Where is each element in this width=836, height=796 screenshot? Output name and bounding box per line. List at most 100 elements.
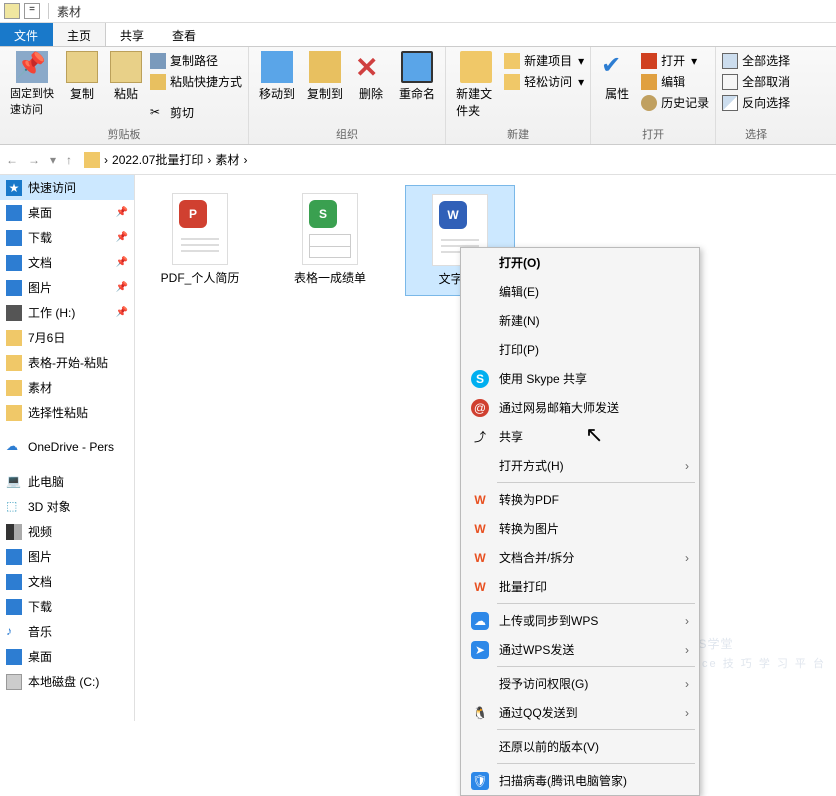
sidebar-material[interactable]: 素材 (0, 375, 134, 400)
ctx-netease[interactable]: @通过网易邮箱大师发送 (461, 393, 699, 422)
new-label: 新建 (452, 124, 584, 144)
address-bar: ← → ▾ ↑ › 2022.07批量打印 › 素材 › (0, 145, 836, 175)
properties-button[interactable]: ✔属性 (597, 49, 637, 104)
pin-quick-access-button[interactable]: 📌 固定到快速访问 (6, 49, 58, 119)
sidebar-july6[interactable]: 7月6日 (0, 325, 134, 350)
submenu-arrow-icon: › (685, 459, 689, 473)
qat-equals-icon[interactable]: = (24, 3, 40, 19)
pin-label: 固定到快速访问 (10, 85, 54, 117)
breadcrumb-path[interactable]: › 2022.07批量打印 › 素材 › (80, 151, 251, 168)
sidebar-work-drive[interactable]: 工作 (H:)📌 (0, 300, 134, 325)
folder-icon (6, 380, 22, 396)
drive-icon (6, 305, 22, 321)
invert-selection-button[interactable]: 反向选择 (722, 93, 790, 112)
copy-to-button[interactable]: 复制到 (303, 49, 347, 104)
cut-button[interactable]: ✂剪切 (150, 103, 242, 122)
sidebar-downloads[interactable]: 下载📌 (0, 225, 134, 250)
tab-share[interactable]: 共享 (106, 23, 158, 46)
history-button[interactable]: 历史记录 (641, 93, 709, 112)
ctx-share[interactable]: ⤴共享 (461, 422, 699, 451)
copy-path-button[interactable]: 复制路径 (150, 51, 242, 70)
sidebar-onedrive[interactable]: ☁OneDrive - Pers (0, 435, 134, 459)
delete-button[interactable]: ✕删除 (351, 49, 391, 104)
chevron-icon: › (104, 153, 108, 167)
tab-view[interactable]: 查看 (158, 23, 210, 46)
breadcrumb-parent[interactable]: 2022.07批量打印 (112, 151, 203, 168)
edit-button[interactable]: 编辑 (641, 72, 709, 91)
select-none-button[interactable]: 全部取消 (722, 72, 790, 91)
sidebar-local-disk-c[interactable]: 本地磁盘 (C:) (0, 669, 134, 694)
tab-home[interactable]: 主页 (53, 23, 106, 46)
sidebar-desktop2[interactable]: 桌面 (0, 644, 134, 669)
ctx-scan-virus[interactable]: 🛡扫描病毒(腾讯电脑管家) (461, 766, 699, 795)
open-button[interactable]: 打开▾ (641, 51, 709, 70)
qat-folder-icon[interactable] (4, 3, 20, 19)
window-title: 素材 (53, 3, 81, 20)
content-area: ★快速访问 桌面📌 下载📌 文档📌 图片📌 工作 (H:)📌 7月6日 表格-开… (0, 175, 836, 721)
pin-icon: 📌 (116, 207, 128, 218)
nav-recent-button[interactable]: ▾ (48, 153, 58, 167)
netease-icon: @ (471, 399, 489, 417)
sidebar-documents2[interactable]: 文档 (0, 569, 134, 594)
breadcrumb-current[interactable]: 素材 (215, 151, 239, 168)
cloud-icon: ☁ (6, 439, 22, 455)
nav-up-button[interactable]: ↑ (64, 153, 74, 167)
ctx-skype[interactable]: S使用 Skype 共享 (461, 364, 699, 393)
file-item-pdf[interactable]: P PDF_个人简历 (145, 185, 255, 296)
sidebar-table-start[interactable]: 表格-开始-粘贴 (0, 350, 134, 375)
easy-access-button[interactable]: 轻松访问▾ (504, 72, 584, 91)
shortcut-icon (150, 74, 166, 90)
new-item-button[interactable]: 新建项目▾ (504, 51, 584, 70)
ctx-open-with[interactable]: 打开方式(H)› (461, 451, 699, 480)
ctx-batch-print[interactable]: W批量打印 (461, 572, 699, 601)
rename-button[interactable]: 重命名 (395, 49, 439, 104)
new-folder-button[interactable]: 新建文件夹 (452, 49, 500, 121)
shield-icon: 🛡 (471, 772, 489, 790)
sidebar-selective-paste[interactable]: 选择性粘贴 (0, 400, 134, 425)
group-organize: 移动到 复制到 ✕删除 重命名 组织 (249, 47, 446, 144)
submenu-arrow-icon: › (685, 706, 689, 720)
chevron-icon: › (243, 153, 247, 167)
file-name: PDF_个人简历 (149, 269, 251, 286)
file-item-sheet[interactable]: S 表格一成绩单 (275, 185, 385, 296)
ctx-send-wps[interactable]: ➤通过WPS发送› (461, 635, 699, 664)
cube-icon: ⬚ (6, 499, 22, 515)
sidebar-pictures2[interactable]: 图片 (0, 544, 134, 569)
copy-button[interactable]: 复制 (62, 49, 102, 104)
sidebar-documents[interactable]: 文档📌 (0, 250, 134, 275)
ctx-restore[interactable]: 还原以前的版本(V) (461, 732, 699, 761)
select-label: 选择 (722, 124, 790, 144)
ctx-send-qq[interactable]: 🐧通过QQ发送到› (461, 698, 699, 727)
move-to-button[interactable]: 移动到 (255, 49, 299, 104)
ctx-grant-access[interactable]: 授予访问权限(G)› (461, 669, 699, 698)
paste-shortcut-button[interactable]: 粘贴快捷方式 (150, 72, 242, 91)
sidebar-3d-objects[interactable]: ⬚3D 对象 (0, 494, 134, 519)
wps-icon: W (471, 491, 489, 509)
tab-file[interactable]: 文件 (0, 23, 53, 46)
ctx-new[interactable]: 新建(N) (461, 306, 699, 335)
sidebar-music[interactable]: ♪音乐 (0, 619, 134, 644)
sidebar-quick-access[interactable]: ★快速访问 (0, 175, 134, 200)
ctx-open[interactable]: 打开(O) (461, 248, 699, 277)
sidebar-videos[interactable]: 视频 (0, 519, 134, 544)
ctx-to-pdf[interactable]: W转换为PDF (461, 485, 699, 514)
nav-back-button[interactable]: ← (4, 153, 20, 167)
ctx-edit[interactable]: 编辑(E) (461, 277, 699, 306)
ctx-print[interactable]: 打印(P) (461, 335, 699, 364)
ctx-to-image[interactable]: W转换为图片 (461, 514, 699, 543)
ctx-upload-wps[interactable]: ☁上传或同步到WPS› (461, 606, 699, 635)
separator (497, 666, 695, 667)
pictures-icon (6, 549, 22, 565)
sidebar-pictures[interactable]: 图片📌 (0, 275, 134, 300)
title-bar: = 素材 (0, 0, 836, 23)
folder-icon (84, 152, 100, 168)
select-all-button[interactable]: 全部选择 (722, 51, 790, 70)
ctx-merge-split[interactable]: W文档合并/拆分› (461, 543, 699, 572)
sidebar-downloads2[interactable]: 下载 (0, 594, 134, 619)
nav-forward-button[interactable]: → (26, 153, 42, 167)
context-menu: 打开(O) 编辑(E) 新建(N) 打印(P) S使用 Skype 共享 @通过… (460, 247, 700, 796)
sidebar-this-pc[interactable]: 💻此电脑 (0, 469, 134, 494)
sidebar-desktop[interactable]: 桌面📌 (0, 200, 134, 225)
paste-button[interactable]: 粘贴 (106, 49, 146, 104)
separator (497, 603, 695, 604)
